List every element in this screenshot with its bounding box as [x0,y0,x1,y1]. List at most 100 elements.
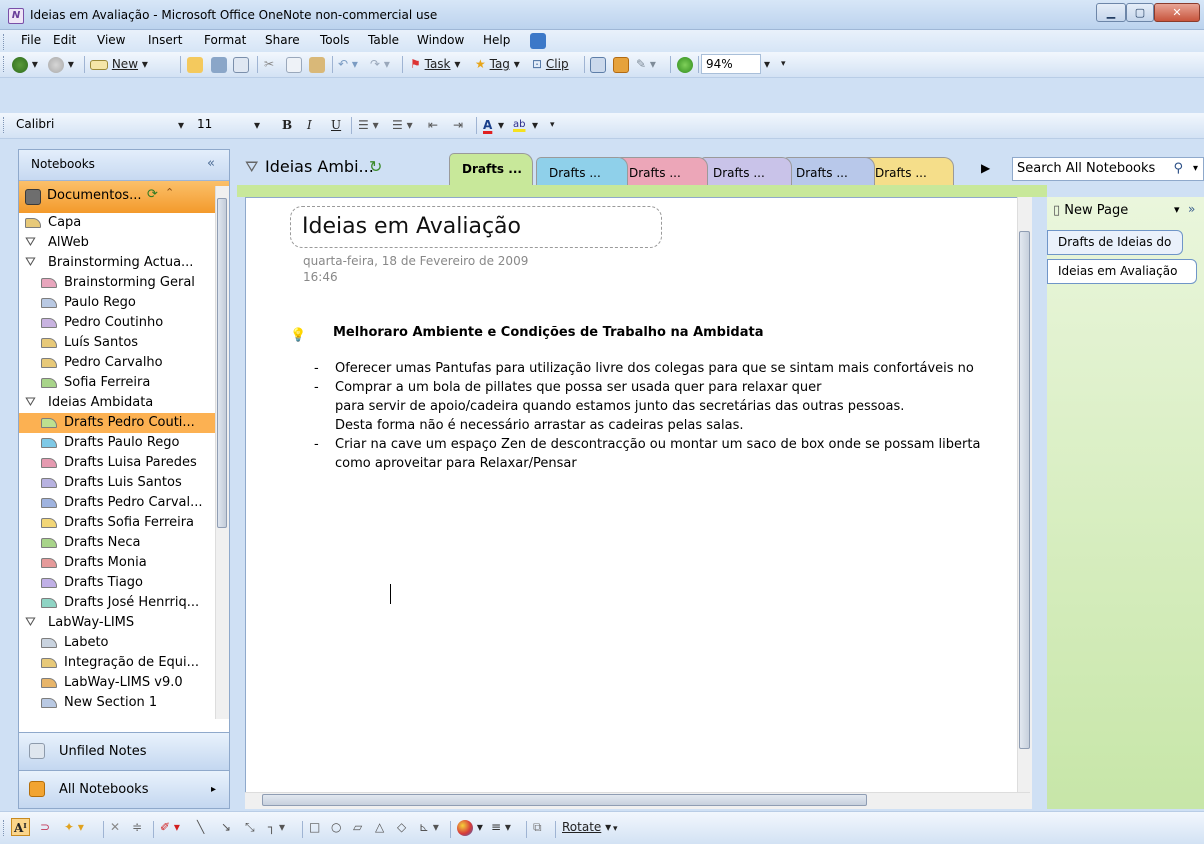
section-item[interactable]: Drafts José Henrriq... [19,593,215,613]
note-line[interactable]: para servir de apoio/cadeira quando esta… [335,399,904,414]
unfiled-notes-button[interactable]: Unfiled Notes [19,732,229,770]
section-item[interactable]: Brainstorming Geral [19,273,215,293]
zoom-dropdown[interactable]: ▾ [764,55,770,73]
section-item[interactable]: New Section 1 [19,693,215,713]
note-outline[interactable]: - Oferecer umas Pantufas para utilização … [246,361,1026,501]
font-size-dropdown[interactable]: ▾ [254,116,260,134]
search-icon[interactable]: ⚲ [1173,158,1183,180]
section-item[interactable]: Pedro Carvalho [19,353,215,373]
section-item[interactable]: Drafts Neca [19,533,215,553]
pen-tool-button[interactable]: ✐ ▾ [160,818,180,836]
section-item[interactable]: Integração de Equi... [19,653,215,673]
shape-options-button[interactable]: ⊾ ▾ [419,818,439,836]
new-page-button[interactable]: ▯ New Page [1053,203,1128,218]
collapse-notebook-icon[interactable]: ⌃ [165,186,174,199]
section-tab-active[interactable]: Drafts ... [449,153,533,185]
section-item[interactable]: Labeto [19,633,215,653]
section-group-item[interactable]: ⛛ Brainstorming Actua... [19,253,215,273]
cut-button[interactable]: ✂ [264,55,274,73]
sync-section-icon[interactable]: ↻ [369,153,382,181]
sync-status-icon[interactable]: ⟳ [147,187,158,202]
menu-edit[interactable]: Edit [53,33,76,47]
menu-table[interactable]: Table [368,33,399,47]
bullets-button[interactable]: ☰ ▾ [358,116,379,134]
menu-help[interactable]: Help [483,33,510,47]
section-tab[interactable]: Drafts ... [616,157,708,185]
pen-button[interactable]: ✎ ▾ [636,55,656,73]
insert-space-button[interactable]: ≑ [132,818,142,836]
section-item[interactable]: Drafts Luis Santos [19,473,215,493]
section-item[interactable]: Drafts Pedro Carval... [19,493,215,513]
toolbar-options[interactable]: ▾ [613,820,618,838]
bold-button[interactable]: B [282,116,292,134]
note-line[interactable]: como aproveitar para Relaxar/Pensar [335,456,577,471]
copy-button[interactable] [286,55,302,73]
section-item[interactable]: Drafts Paulo Rego [19,433,215,453]
toolbar-options[interactable]: ▾ [550,116,555,134]
search-input[interactable]: Search All Notebooks [1017,161,1155,176]
arrange-button[interactable]: ⧉ [533,818,542,836]
note-line[interactable]: Desta forma não é necessário arrastar as… [335,418,743,433]
increase-indent-button[interactable]: ⇥ [453,116,463,134]
menu-share[interactable]: Share [265,33,300,47]
note-line[interactable]: Oferecer umas Pantufas para utilização l… [335,361,974,376]
minimize-button[interactable]: ▁ [1096,3,1126,22]
note-line[interactable]: Comprar a um bola de pillates que possa … [335,380,822,395]
type-select-button[interactable]: Aᴵ [11,818,30,836]
section-group-item[interactable]: ⛛ AlWeb [19,233,215,253]
delete-drawing-button[interactable]: ✕ [110,818,120,836]
italic-button[interactable]: I [307,116,312,134]
section-item[interactable]: Capa [19,213,215,233]
nav-scroll-thumb[interactable] [217,198,227,528]
toolbar-options[interactable]: ▾ [781,55,786,73]
current-notebook[interactable]: Documentos... ⟳ ⌃ [19,181,229,213]
page-scroll-thumb[interactable] [1019,231,1030,749]
section-item[interactable]: Drafts Pedro Couti... [19,413,215,433]
page-hscroll-thumb[interactable] [262,794,867,806]
help-icon[interactable] [530,33,546,49]
double-arrow-button[interactable]: ⤡ [245,818,255,836]
underline-button[interactable]: U [331,116,341,134]
research-button[interactable] [613,55,629,73]
maximize-button[interactable]: ▢ [1126,3,1154,22]
arrow-button[interactable]: ↘ [221,818,231,836]
section-item[interactable]: Drafts Luisa Paredes [19,453,215,473]
all-notebooks-button[interactable]: All Notebooks ▸ [19,770,229,808]
section-item[interactable]: Luís Santos [19,333,215,353]
oval-button[interactable]: ○ [331,818,341,836]
print-button[interactable] [211,55,227,73]
font-size-field[interactable]: 11 [193,115,243,135]
color-button[interactable]: ▾ [457,818,483,836]
section-item[interactable]: LabWay-LIMS v9.0 [19,673,215,693]
toolbar-grip[interactable] [3,56,6,72]
table-button[interactable] [590,55,606,73]
clip-button[interactable]: ⊡ Clip [532,55,569,73]
more-tabs-button[interactable]: ▶ [981,161,990,175]
sync-button[interactable] [677,55,693,73]
section-item[interactable]: Paulo Rego [19,293,215,313]
highlight-dropdown[interactable]: ▾ [532,116,538,134]
font-name-field[interactable]: Calibri [12,115,162,135]
thickness-button[interactable]: ≡ ▾ [491,818,511,836]
axes-button[interactable]: ┐ ▾ [268,818,285,836]
task-button[interactable]: ⚑ Task ▾ [410,55,460,73]
font-color-dropdown[interactable]: ▾ [498,116,504,134]
toolbar-grip[interactable] [3,820,6,836]
search-scope-dropdown[interactable]: ▾ [1193,158,1198,180]
search-box[interactable]: Search All Notebooks ⚲ ▾ [1012,157,1204,181]
open-button[interactable] [187,55,203,73]
decrease-indent-button[interactable]: ⇤ [428,116,438,134]
menu-tools[interactable]: Tools [320,33,350,47]
tag-button[interactable]: ★ Tag ▾ [475,55,520,73]
numbering-button[interactable]: ☰ ▾ [392,116,413,134]
toolbar-grip[interactable] [3,34,6,50]
parallelogram-button[interactable]: ▱ [353,818,362,836]
section-item[interactable]: Sofia Ferreira [19,373,215,393]
onenote-icon[interactable]: N [8,8,24,24]
section-item[interactable]: Pedro Coutinho [19,313,215,333]
undo-button[interactable]: ↶ ▾ [338,55,358,73]
diamond-button[interactable]: ◇ [397,818,406,836]
menu-file[interactable]: File [21,33,41,47]
section-tab[interactable]: Drafts ... [700,157,792,185]
note-heading[interactable]: Melhoraro Ambiente e Condições de Trabal… [333,325,764,340]
